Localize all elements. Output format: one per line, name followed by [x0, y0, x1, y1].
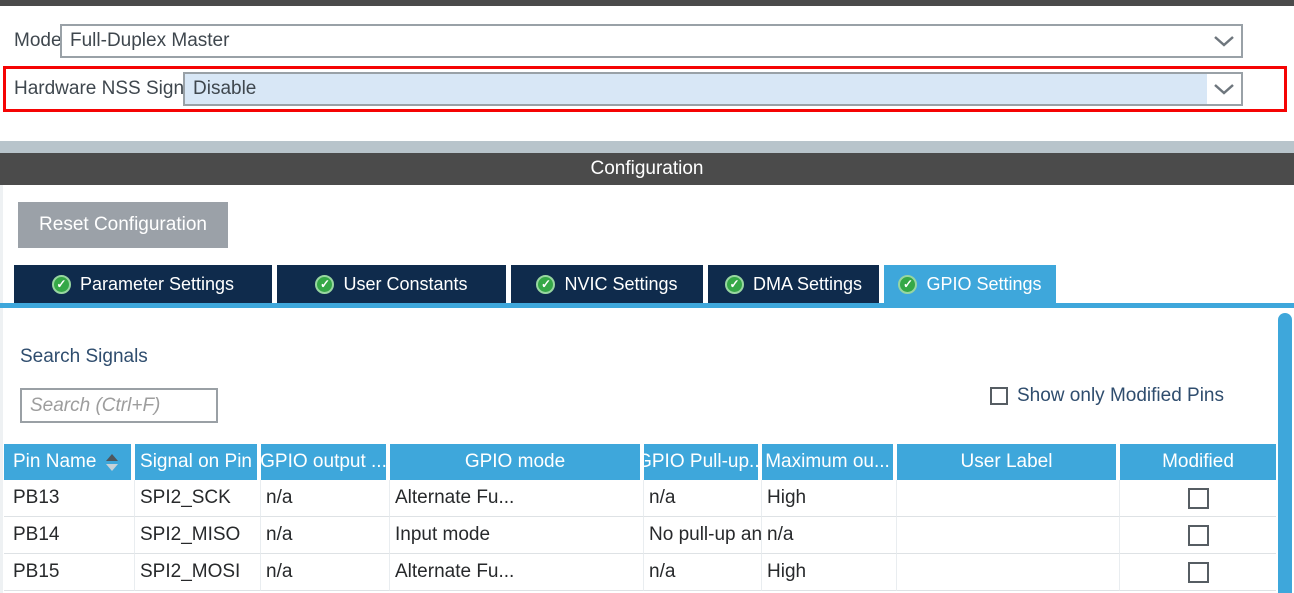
cell-gpio-mode[interactable]: Alternate Fu...	[390, 554, 644, 591]
reset-configuration-button[interactable]: Reset Configuration	[18, 202, 228, 248]
hardware-nss-dropdown-value: Disable	[185, 74, 1207, 104]
tab-parameter-settings[interactable]: ✓ Parameter Settings	[14, 265, 272, 303]
show-only-modified-checkbox[interactable]	[990, 387, 1008, 405]
modified-checkbox[interactable]	[1188, 562, 1209, 583]
cell-gpio-output[interactable]: n/a	[261, 480, 390, 517]
configuration-title: Configuration	[590, 158, 703, 180]
spi-configuration-panel: Mode Full-Duplex Master Hardware NSS Sig…	[0, 0, 1294, 593]
cell-pin-name[interactable]: PB13	[4, 480, 135, 517]
column-header-maximum-output[interactable]: Maximum ou...	[762, 444, 897, 480]
column-header-label: Pin Name	[13, 451, 96, 473]
check-circle-icon: ✓	[315, 275, 334, 294]
cell-gpio-pull[interactable]: n/a	[644, 554, 762, 591]
cell-modified	[1120, 480, 1276, 517]
tab-gpio-settings[interactable]: ✓ GPIO Settings	[884, 265, 1056, 303]
tab-label: GPIO Settings	[926, 274, 1041, 295]
cell-gpio-mode[interactable]: Input mode	[390, 517, 644, 554]
section-divider-strip	[0, 141, 1294, 153]
cell-signal-on-pin[interactable]: SPI2_SCK	[135, 480, 261, 517]
tab-label: NVIC Settings	[564, 274, 677, 295]
cell-user-label[interactable]	[897, 517, 1120, 554]
active-tab-underline	[0, 303, 1294, 308]
cell-user-label[interactable]	[897, 554, 1120, 591]
column-header-user-label[interactable]: User Label	[897, 444, 1120, 480]
hardware-nss-label: Hardware NSS Signal	[14, 72, 199, 106]
tab-nvic-settings[interactable]: ✓ NVIC Settings	[511, 265, 703, 303]
cell-user-label[interactable]	[897, 480, 1120, 517]
column-header-gpio-output[interactable]: GPIO output ...	[261, 444, 390, 480]
tab-label: Parameter Settings	[80, 274, 234, 295]
show-only-modified-control: Show only Modified Pins	[990, 384, 1224, 408]
vertical-scrollbar-thumb[interactable]	[1278, 313, 1292, 593]
panel-left-edge	[0, 185, 3, 593]
check-circle-icon: ✓	[536, 275, 555, 294]
top-divider	[0, 0, 1294, 6]
cell-gpio-mode[interactable]: Alternate Fu...	[390, 480, 644, 517]
cell-pin-name[interactable]: PB14	[4, 517, 135, 554]
hardware-nss-dropdown[interactable]: Disable	[183, 72, 1243, 106]
mode-dropdown[interactable]: Full-Duplex Master	[60, 24, 1243, 58]
cell-modified	[1120, 554, 1276, 591]
column-header-gpio-mode[interactable]: GPIO mode	[390, 444, 644, 480]
modified-checkbox[interactable]	[1188, 488, 1209, 509]
gpio-pin-table: Pin Name Signal on Pin GPIO output ... G…	[4, 444, 1276, 591]
mode-dropdown-value: Full-Duplex Master	[62, 26, 1207, 56]
column-header-gpio-pull[interactable]: GPIO Pull-up...	[644, 444, 762, 480]
cell-gpio-output[interactable]: n/a	[261, 517, 390, 554]
check-circle-icon: ✓	[898, 275, 917, 294]
sort-icon	[106, 454, 118, 471]
check-circle-icon: ✓	[52, 275, 71, 294]
cell-signal-on-pin[interactable]: SPI2_MOSI	[135, 554, 261, 591]
chevron-down-icon	[1207, 35, 1241, 47]
mode-label: Mode	[14, 24, 62, 58]
configuration-header: Configuration	[0, 153, 1294, 185]
tab-label: DMA Settings	[753, 274, 862, 295]
cell-gpio-output[interactable]: n/a	[261, 554, 390, 591]
cell-gpio-pull[interactable]: No pull-up an...	[644, 517, 762, 554]
settings-tabbar: ✓ Parameter Settings ✓ User Constants ✓ …	[14, 265, 1056, 303]
search-signals-label: Search Signals	[20, 346, 148, 368]
show-only-modified-label: Show only Modified Pins	[1017, 385, 1224, 407]
cell-maximum-output[interactable]: High	[762, 480, 897, 517]
cell-maximum-output[interactable]: n/a	[762, 517, 897, 554]
cell-signal-on-pin[interactable]: SPI2_MISO	[135, 517, 261, 554]
modified-checkbox[interactable]	[1188, 525, 1209, 546]
column-header-modified[interactable]: Modified	[1120, 444, 1276, 480]
check-circle-icon: ✓	[725, 275, 744, 294]
chevron-down-icon	[1207, 83, 1241, 95]
cell-modified	[1120, 517, 1276, 554]
cell-maximum-output[interactable]: High	[762, 554, 897, 591]
tab-user-constants[interactable]: ✓ User Constants	[277, 265, 506, 303]
column-header-pin-name[interactable]: Pin Name	[4, 444, 135, 480]
column-header-signal-on-pin[interactable]: Signal on Pin	[135, 444, 261, 480]
tab-label: User Constants	[343, 274, 467, 295]
search-input[interactable]	[20, 388, 218, 423]
cell-pin-name[interactable]: PB15	[4, 554, 135, 591]
tab-dma-settings[interactable]: ✓ DMA Settings	[708, 265, 879, 303]
cell-gpio-pull[interactable]: n/a	[644, 480, 762, 517]
